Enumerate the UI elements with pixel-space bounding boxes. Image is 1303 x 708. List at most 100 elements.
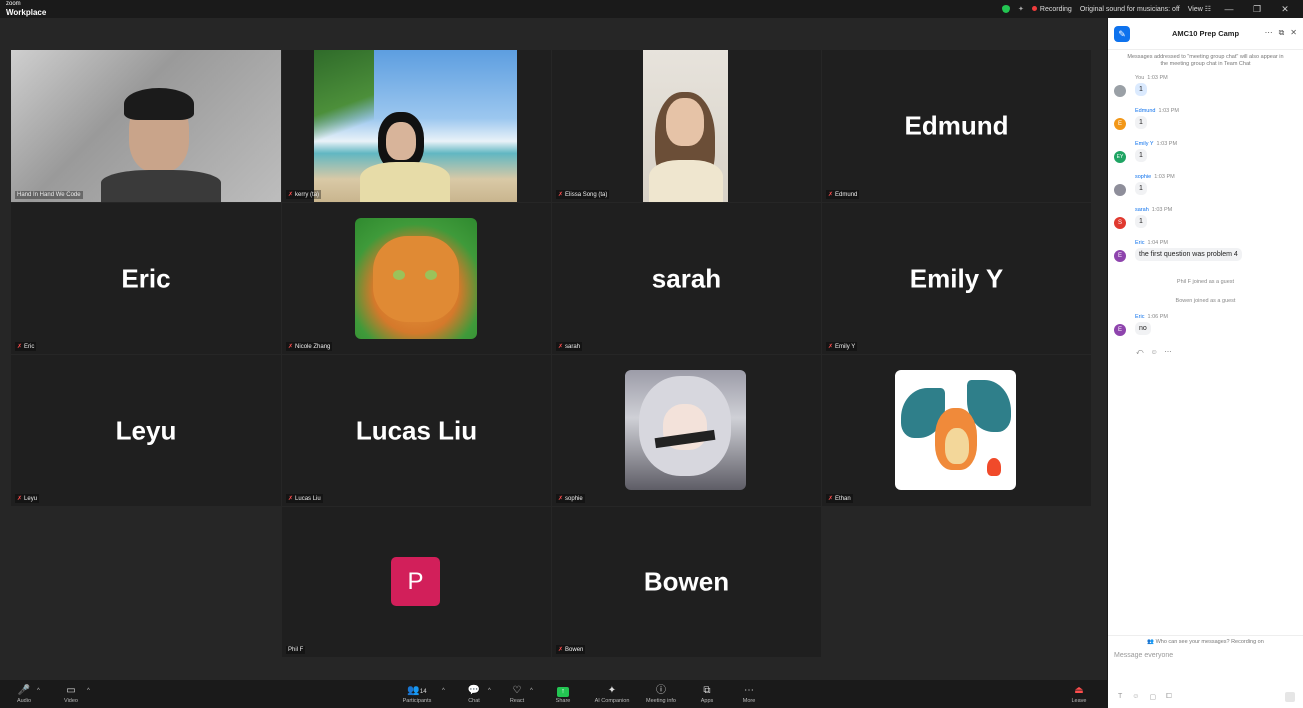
more-options-icon[interactable]: ⋯: [1265, 28, 1273, 38]
participants-button[interactable]: 👥14 Participants: [397, 684, 437, 704]
leave-icon: ⏏: [1074, 685, 1084, 696]
tile-sophie[interactable]: ✗ sophie: [552, 355, 821, 506]
message-bubble[interactable]: no: [1135, 322, 1151, 335]
tile-edmund[interactable]: Edmund ✗ Edmund: [822, 50, 1091, 202]
title-bar: zoom Workplace ✦ Recording Original soun…: [0, 0, 1303, 18]
video-button[interactable]: ▭ Video: [51, 684, 91, 704]
chat-message: E Eric 1:06 PM no: [1114, 314, 1303, 344]
mic-muted-icon: ✗: [288, 496, 294, 502]
chat-message: S sarah 1:03 PM 1: [1114, 207, 1303, 237]
emoji-react-icon[interactable]: ☺: [1150, 349, 1157, 356]
palm-tree: [314, 50, 374, 160]
screenshot-icon[interactable]: ⧠: [1166, 693, 1172, 701]
kerry-face: [386, 122, 416, 160]
tile-eric[interactable]: Eric ✗ Eric: [11, 203, 281, 354]
message-input[interactable]: Message everyone: [1114, 652, 1173, 659]
tile-leyu[interactable]: Leyu ✗ Leyu: [11, 355, 281, 506]
sender-name[interactable]: Emily Y: [1135, 141, 1154, 147]
format-text-icon[interactable]: T: [1118, 693, 1122, 701]
sender-avatar: E: [1114, 118, 1126, 130]
tile-emily[interactable]: Emily Y ✗ Emily Y: [822, 203, 1091, 354]
file-icon[interactable]: ▢: [1149, 693, 1156, 701]
sender-name[interactable]: Eric: [1135, 240, 1144, 246]
audio-options-caret-icon[interactable]: ^: [37, 688, 40, 694]
message-bubble[interactable]: 1: [1135, 149, 1147, 162]
tile-bowen[interactable]: Bowen ✗ Bowen: [552, 507, 821, 657]
beach-background-video: [314, 50, 517, 202]
participants-options-caret-icon[interactable]: ^: [442, 688, 445, 694]
view-button[interactable]: View ☷: [1188, 5, 1211, 13]
chat-label: Chat: [468, 698, 480, 704]
emoji-icon[interactable]: ☺: [1132, 693, 1139, 701]
sender-name[interactable]: sarah: [1135, 207, 1149, 213]
anime-avatar-image: [625, 370, 746, 490]
chat-options-caret-icon[interactable]: ^: [488, 688, 491, 694]
chat-header: ✎ AMC10 Prep Camp ⋯ ⧉ ✕: [1108, 18, 1303, 50]
sender-avatar: [1114, 184, 1126, 196]
meeting-info-button[interactable]: ⓘ Meeting info: [641, 684, 681, 704]
message-bubble[interactable]: the first question was problem 4: [1135, 248, 1242, 261]
recording-label: Recording: [1039, 5, 1072, 13]
mic-muted-icon: ✗: [558, 192, 564, 198]
mic-muted-icon: ✗: [17, 496, 23, 502]
original-sound-status[interactable]: Original sound for musicians: off: [1080, 6, 1180, 13]
leave-button[interactable]: ⏏ Leave: [1059, 684, 1099, 704]
send-icon[interactable]: [1285, 692, 1295, 702]
message-time: 1:03 PM: [1154, 174, 1175, 180]
sender-name[interactable]: Edmund: [1135, 108, 1156, 114]
ai-sparkle-icon[interactable]: ✦: [1018, 5, 1024, 13]
message-actions: ⤺ ☺ ⋯: [1136, 348, 1172, 357]
chat-message: EY Emily Y 1:03 PM 1: [1114, 141, 1303, 171]
message-bubble[interactable]: 1: [1135, 182, 1147, 195]
logo-line1: zoom: [6, 1, 21, 7]
react-button[interactable]: ♡ React: [497, 684, 537, 704]
tile-ethan[interactable]: ✗ Ethan: [822, 355, 1091, 506]
tile-host[interactable]: Hand In Hand We Code: [11, 50, 281, 202]
encryption-shield-icon[interactable]: [1002, 5, 1011, 13]
react-options-caret-icon[interactable]: ^: [530, 688, 533, 694]
cat-face: [373, 236, 459, 322]
reply-icon[interactable]: ⤺: [1136, 349, 1143, 356]
share-button[interactable]: ↑ Share: [543, 684, 583, 704]
video-options-caret-icon[interactable]: ^: [87, 688, 90, 694]
message-bubble[interactable]: 1: [1135, 116, 1147, 129]
chat-message: You 1:03 PM 1: [1114, 75, 1303, 105]
sender-name[interactable]: sophie: [1135, 174, 1151, 180]
recording-indicator[interactable]: Recording: [1031, 5, 1072, 13]
tile-lucas[interactable]: Lucas Liu ✗ Lucas Liu: [282, 355, 551, 506]
minimize-icon[interactable]: —: [1219, 4, 1239, 14]
audio-button[interactable]: 🎤 Audio: [4, 684, 44, 704]
close-chat-icon[interactable]: ✕: [1290, 28, 1297, 38]
more-label: More: [742, 698, 756, 704]
tile-kerry[interactable]: ✗ kerry (ta): [282, 50, 551, 202]
mic-muted-icon: ✗: [828, 192, 834, 198]
mic-muted-icon: ✗: [288, 192, 294, 198]
apps-button[interactable]: ⧉ Apps: [687, 684, 727, 704]
message-bubble[interactable]: 1: [1135, 83, 1147, 96]
chat-button[interactable]: 💬 Chat: [454, 684, 494, 704]
tile-name: Hand In Hand We Code: [15, 191, 83, 199]
tile-nicole[interactable]: ✗ Nicole Zhang: [282, 203, 551, 354]
message-bubble[interactable]: 1: [1135, 215, 1147, 228]
tile-elissa[interactable]: ✗ Elissa Song (ta): [552, 50, 821, 202]
visibility-notice[interactable]: 👥 Who can see your messages? Recording o…: [1108, 635, 1303, 645]
chat-message: sophie 1:03 PM 1: [1114, 174, 1303, 204]
system-message: Phil F joined as a guest: [1176, 279, 1235, 285]
pop-out-icon[interactable]: ⧉: [1279, 28, 1285, 38]
tile-phil[interactable]: P Phil F: [282, 507, 551, 657]
close-window-icon[interactable]: ✕: [1275, 4, 1295, 15]
ai-companion-button[interactable]: ✦ AI Companion: [592, 684, 632, 704]
tile-name: ✗ Lucas Liu: [286, 494, 323, 503]
more-actions-icon[interactable]: ⋯: [1165, 349, 1172, 356]
info-icon: ⓘ: [656, 685, 666, 696]
restore-icon[interactable]: ❐: [1247, 4, 1267, 15]
message-time: 1:06 PM: [1147, 314, 1168, 320]
view-label: View: [1187, 6, 1203, 13]
mic-muted-icon: ✗: [558, 647, 564, 653]
tile-sarah[interactable]: sarah ✗ sarah: [552, 203, 821, 354]
leave-label: Leave: [1071, 698, 1087, 704]
tile-name: ✗ Ethan: [826, 494, 853, 503]
message-time: 1:03 PM: [1147, 75, 1168, 81]
sender-name[interactable]: Eric: [1135, 314, 1144, 320]
more-button[interactable]: ⋯ More: [729, 684, 769, 704]
